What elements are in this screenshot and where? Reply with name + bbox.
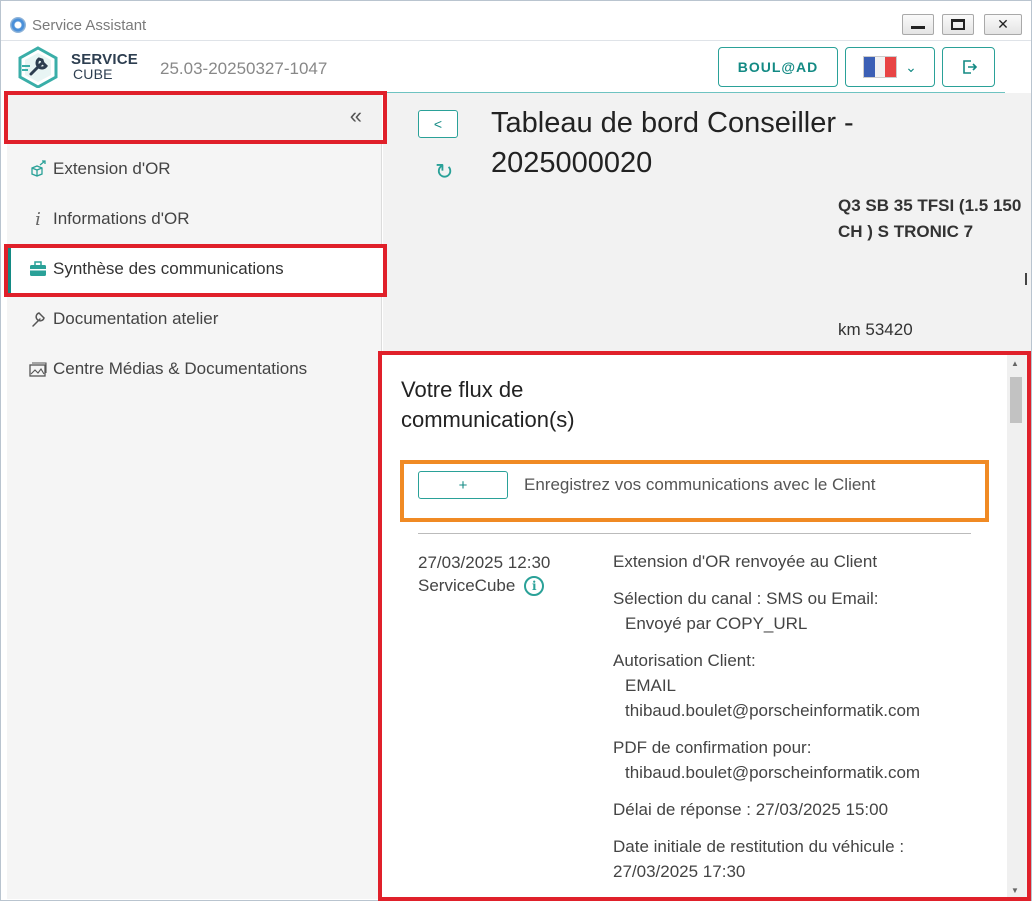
entry-source: ServiceCube i <box>418 576 545 596</box>
sidebar-item-label: Documentation atelier <box>53 309 219 328</box>
refresh-icon[interactable]: ↻ <box>435 159 453 185</box>
vehicle-model: Q3 SB 35 TFSI (1.5 150 CH ) S TRONIC 7 <box>838 196 1022 241</box>
entry-return-date: Date initiale de restitution du véhicule… <box>613 834 993 884</box>
briefcase-icon <box>27 261 49 277</box>
chevron-down-icon: ⌄ <box>905 58 917 75</box>
entry-channel: Sélection du canal : SMS ou Email: Envoy… <box>613 586 993 636</box>
info-icon: i <box>35 208 41 230</box>
sidebar-item-documentation-atelier[interactable]: Documentation atelier <box>7 294 382 344</box>
sidebar-item-label: Synthèse des communications <box>53 259 284 278</box>
entry-source-label: ServiceCube <box>418 576 516 595</box>
add-communication-label: Enregistrez vos communications avec le C… <box>524 475 876 494</box>
flow-title: Votre flux de communication(s) <box>401 375 575 435</box>
collapse-sidebar-icon[interactable]: « <box>350 103 362 129</box>
channel-value: Envoyé par COPY_URL <box>625 614 808 633</box>
sidebar-item-label: Centre Médias & Documentations <box>53 359 308 378</box>
main-content: < ↻ Tableau de bord Conseiller - 2025000… <box>383 93 1031 899</box>
sidebar-item-label: Extension d'OR <box>53 159 171 178</box>
sidebar-item-synthese-communications[interactable]: Synthèse des communications <box>7 244 382 294</box>
pdf-email: thibaud.boulet@porscheinformatik.com <box>625 763 921 782</box>
communication-flow-panel: Votre flux de communication(s) + Enregis… <box>383 355 1025 899</box>
scroll-down-icon[interactable]: ▼ <box>1011 886 1019 895</box>
version-label: 25.03-20250327-1047 <box>160 59 328 78</box>
vehicle-mileage: km 53420 <box>838 320 913 339</box>
pdf-label: PDF de confirmation pour: <box>613 738 812 757</box>
entry-details: Extension d'OR renvoyée au Client Sélect… <box>613 549 993 896</box>
channel-label: Sélection du canal : SMS ou Email: <box>613 589 879 608</box>
back-button[interactable]: < <box>418 110 458 138</box>
minimize-icon <box>911 26 925 29</box>
maximize-icon <box>951 19 965 30</box>
service-cube-logo-icon <box>18 46 58 88</box>
add-communication-button[interactable]: + <box>418 471 508 499</box>
add-communication-row: + Enregistrez vos communications avec le… <box>403 459 993 511</box>
return-date-label: Date initiale de restitution du véhicule… <box>613 837 905 856</box>
app-window: Service Assistant ✕ SERVICE CUBE 25.03-2… <box>0 0 1032 901</box>
app-icon <box>10 17 26 33</box>
entry-headline: Extension d'OR renvoyée au Client <box>613 552 878 571</box>
close-icon: ✕ <box>997 16 1009 32</box>
divider-tick <box>1025 273 1027 285</box>
scrollbar-thumb[interactable] <box>1010 377 1022 423</box>
sidebar: « Extension d'OR i Informations d'OR Syn… <box>7 93 382 899</box>
sidebar-collapse-row: « <box>7 93 382 141</box>
authorization-email: thibaud.boulet@porscheinformatik.com <box>625 701 921 720</box>
info-circle-icon[interactable]: i <box>524 576 545 596</box>
sidebar-item-label: Informations d'OR <box>53 209 190 228</box>
wrench-icon <box>27 310 49 328</box>
close-button[interactable]: ✕ <box>984 14 1022 35</box>
page-title: Tableau de bord Conseiller - 2025000020 <box>491 107 854 179</box>
logout-button[interactable] <box>942 47 995 87</box>
language-selector[interactable]: ⌄ <box>845 47 935 87</box>
window-title: Service Assistant <box>32 17 147 34</box>
entry-response-delay: Délai de réponse : 27/03/2025 15:00 <box>613 800 889 819</box>
authorization-type: EMAIL <box>625 676 677 695</box>
maximize-button[interactable] <box>942 14 974 35</box>
return-date-value: 27/03/2025 17:30 <box>613 862 746 881</box>
logo-text: SERVICE CUBE <box>71 52 138 82</box>
title-bar: Service Assistant ✕ <box>1 1 1031 41</box>
scroll-up-icon[interactable]: ▲ <box>1011 359 1019 368</box>
sidebar-item-extension-or[interactable]: Extension d'OR <box>7 144 382 194</box>
flow-title-line: Votre flux de <box>401 377 524 402</box>
minimize-button[interactable] <box>902 14 934 35</box>
entry-date: 27/03/2025 12:30 <box>418 553 551 572</box>
cube-arrow-icon <box>27 160 49 178</box>
sidebar-item-informations-or[interactable]: i Informations d'OR <box>7 194 382 244</box>
sidebar-item-centre-medias[interactable]: Centre Médias & Documentations <box>7 344 382 394</box>
app-header: SERVICE CUBE 25.03-20250327-1047 BOUL@AD… <box>7 41 1005 93</box>
logout-icon <box>962 60 977 74</box>
image-stack-icon <box>27 361 49 377</box>
france-flag-icon <box>863 56 898 78</box>
entry-pdf-confirmation: PDF de confirmation pour: thibaud.boulet… <box>613 735 993 785</box>
user-button[interactable]: BOUL@AD <box>718 47 838 87</box>
authorization-label: Autorisation Client: <box>613 651 756 670</box>
logo-line-cube: CUBE <box>73 66 113 82</box>
entry-divider <box>418 533 971 534</box>
panel-scrollbar[interactable]: ▲ ▼ <box>1007 355 1025 899</box>
entry-authorization: Autorisation Client: EMAIL thibaud.boule… <box>613 648 993 723</box>
flow-title-line: communication(s) <box>401 407 575 432</box>
